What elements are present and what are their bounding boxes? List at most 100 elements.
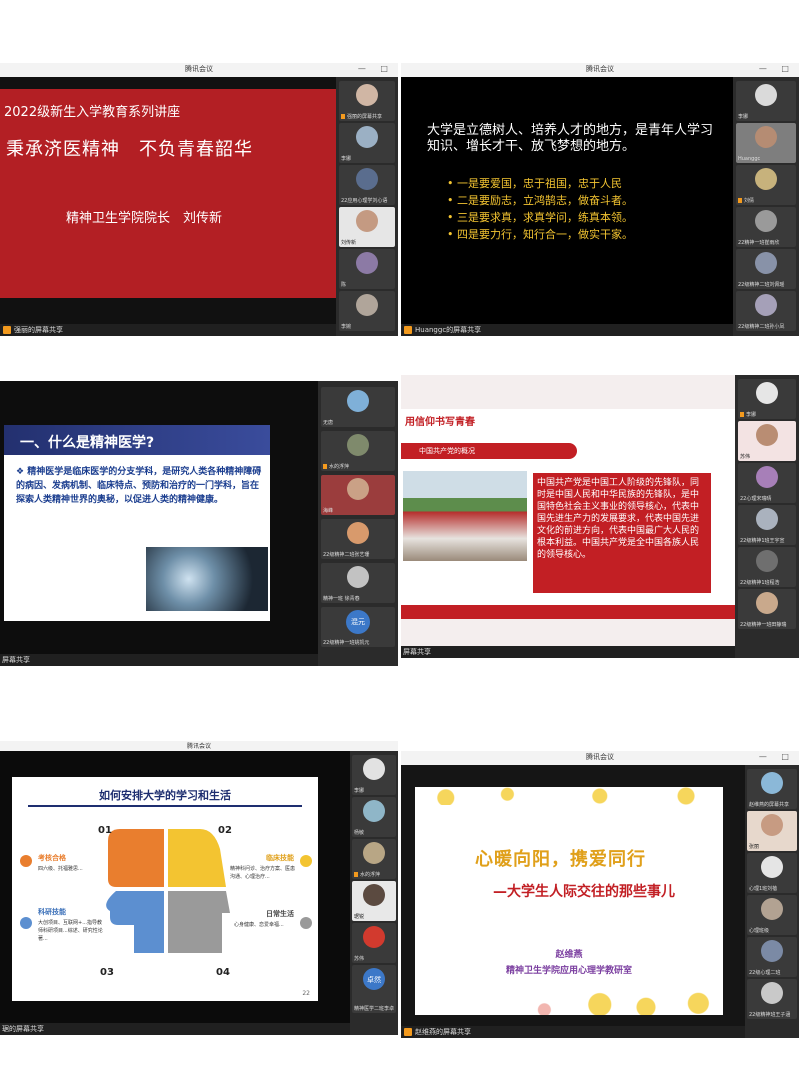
mic-icon [740,412,744,417]
slide-body: 中国共产党是中国工人阶级的先锋队，同时是中国人民和中华民族的先锋队，是中国特色社… [533,473,711,593]
participant-tile[interactable]: 精神一班 徐青春 [321,563,395,603]
avatar [756,466,778,488]
exam-icon [20,855,32,867]
avatar [756,592,778,614]
participant-video[interactable]: 琚锐 [352,881,396,921]
participant-tile[interactable]: 李娜 [736,81,796,121]
slide: 心暖向阳，携爱同行 —大学生人际交往的那些事儿 赵维燕 精神卫生学院应用心理学教… [415,787,723,1015]
participant-tile[interactable]: 水的浮萍 [321,431,395,471]
participant-list[interactable]: 李娜 Huanggc 刘倩 22精神一班崔雨欣 22级精神二班刘佩瑶 22级精神… [733,77,799,336]
participant-video[interactable]: 苏伟 [738,421,796,461]
participant-tile[interactable]: 卓然 精神医学二班李卓然 [352,965,396,1013]
participant-list[interactable]: 李娜 杨敏 水的浮萍 琚锐 苏伟 卓然 精神医学二班李卓然 [350,751,398,1035]
avatar [363,842,385,864]
slide-series: 2022级新生入学教育系列讲座 [4,105,181,120]
participant-name: 强丽的屏幕共享 [341,113,393,120]
share-label: 屏幕共享 [403,648,431,656]
participant-tile[interactable]: 22级精神二班孙小凤 [736,291,796,331]
share-icon [404,1028,412,1036]
slide: 一、什么是精神医学? ❖ 精神医学是临床医学的分支学科，是研究人类各种精神障碍的… [4,425,270,621]
avatar [761,940,783,962]
slide-department: 精神卫生学院应用心理学教研室 [505,966,632,976]
participant-tile[interactable]: 无唐 [321,387,395,427]
participant-tile[interactable]: 强丽的屏幕共享 [339,81,395,121]
title-bar: 腾讯会议 — □ [401,63,799,78]
participant-tile[interactable]: 22级精神一班田静瑞 [738,589,796,629]
avatar [347,522,369,544]
share-status-bar: 琚的屏幕共享 [0,1023,350,1035]
participant-video[interactable]: Huanggc [736,123,796,163]
participant-tile[interactable]: 22级精神1班程浩 [738,547,796,587]
participant-name: 22心理宋瑞晴 [740,496,772,502]
avatar [756,424,778,446]
participant-list[interactable]: 强丽的屏幕共享 李娜 22应用心理学刘心语 刘传新 陈 李婉 [336,77,398,336]
window-controls[interactable]: — □ [759,752,795,761]
participant-tile[interactable]: 水的浮萍 [352,839,396,879]
window-controls[interactable]: — □ [759,64,795,73]
avatar [356,210,378,232]
avatar [356,126,378,148]
participant-tile[interactable]: 李娜 [738,379,796,419]
participant-tile[interactable]: 22应用心理学刘心语 [339,165,395,205]
life-icon [300,917,312,929]
slide-bottom-band [401,605,735,619]
puzzle-blue [106,891,164,953]
avatar [363,800,385,822]
participant-list[interactable]: 无唐 水的浮萍 海峰 22级精神二班张艺珊 精神一班 徐青春 混元 22级精神一… [318,381,398,666]
mic-icon [354,872,358,877]
share-status-bar: Huanggc的屏幕共享 [401,324,733,336]
slide-heading: 一、什么是精神医学? [20,435,155,451]
participant-video[interactable]: 张丽 [747,811,797,851]
participant-tile[interactable]: 刘倩 [736,165,796,205]
share-label: Huanggc的屏幕共享 [415,326,482,334]
participant-tile[interactable]: 李婉 [339,291,395,331]
participant-tile[interactable]: 心理班级 [747,895,797,935]
quad-number: 04 [216,967,230,978]
participant-video[interactable]: 海峰 [321,475,395,515]
participant-tile[interactable]: 混元 22级精神一班姚凯元 [321,607,395,647]
participant-tile[interactable]: 李娜 [352,755,396,795]
flower-decoration-top [415,787,723,805]
point-item: • 一是要爱国，忠于祖国，忠于人民 [447,177,622,190]
point-item: • 四是要力行，知行合一，做实干家。 [447,228,633,241]
participant-tile[interactable]: 22级心理二班 [747,937,797,977]
participant-tile[interactable]: 苏伟 [352,923,396,963]
participant-tile[interactable]: 赵维燕的屏幕共享 [747,769,797,809]
window-controls[interactable]: — □ [358,64,394,73]
shared-screen: 心暖向阳，携爱同行 —大学生人际交往的那些事儿 赵维燕 精神卫生学院应用心理学教… [401,765,745,1026]
avatar [755,126,777,148]
participant-list[interactable]: 李娜 苏伟 22心理宋瑞晴 22级精神1班王宇宣 22级精神1班程浩 22级精神… [735,375,799,658]
title-bar: 腾讯会议 — □ [401,751,799,766]
brain-image [146,547,268,611]
participant-name: 精神一班 徐青春 [323,596,360,602]
participant-name: 无唐 [323,420,334,426]
participant-tile[interactable]: 22级精神二班刘佩瑶 [736,249,796,289]
participant-name: 李娜 [740,411,794,418]
participant-name: 张丽 [749,844,760,850]
avatar [756,382,778,404]
participant-tile[interactable]: 22精神一班崔雨欣 [736,207,796,247]
participant-tile[interactable]: 陈 [339,249,395,289]
participant-tile[interactable]: 22级精神1班王宇宣 [738,505,796,545]
puzzle-orange [108,829,164,887]
mic-icon [323,464,327,469]
meeting-window-1: 腾讯会议 — □ 2022级新生入学教育系列讲座 秉承济医精神 不负青春韶华 精… [0,63,398,336]
participant-tile[interactable]: 李娜 [339,123,395,163]
slide-points: • 一是要爱国，忠于祖国，忠于人民 • 二是要励志，立鸿鹄志，做奋斗者。 • 三… [447,175,717,243]
avatar [761,772,783,794]
participant-tile[interactable]: 心理1班刘蓓 [747,853,797,893]
participant-tile[interactable]: 22心理宋瑞晴 [738,463,796,503]
meeting-window-6: 腾讯会议 — □ 心暖向阳，携爱同行 —大学生人际交往的那些事儿 赵维燕 精神卫… [401,751,799,1038]
participant-tile[interactable]: 22级精神二班张艺珊 [321,519,395,559]
participant-video[interactable]: 刘传新 [339,207,395,247]
participant-list[interactable]: 赵维燕的屏幕共享 张丽 心理1班刘蓓 心理班级 22级心理二班 22级精神班王子… [745,765,799,1038]
avatar [347,566,369,588]
avatar [363,758,385,780]
participant-tile[interactable]: 22级精神班王子涵 [747,979,797,1019]
avatar [755,168,777,190]
participant-name: 水的浮萍 [354,871,394,878]
avatar [755,210,777,232]
participant-tile[interactable]: 杨敏 [352,797,396,837]
share-label: 屏幕共享 [2,656,30,664]
quad-number: 02 [218,825,232,836]
